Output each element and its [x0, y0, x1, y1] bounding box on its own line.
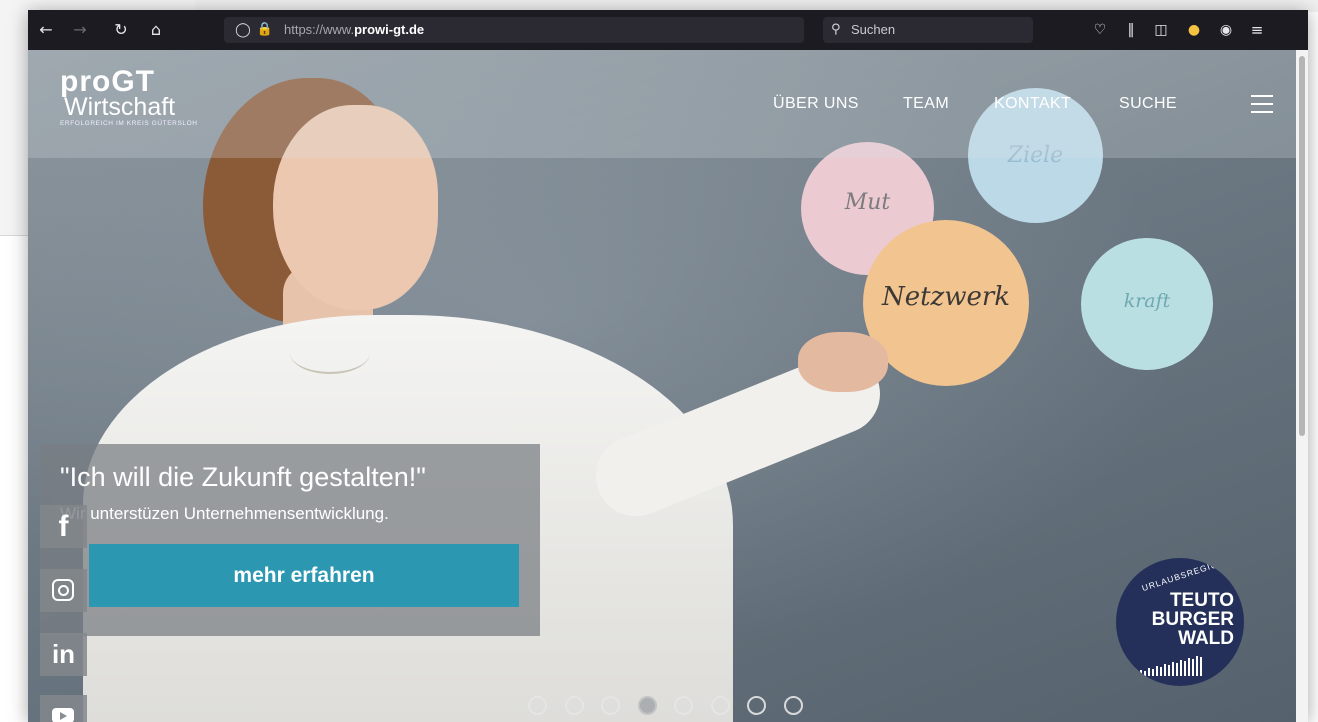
- youtube-icon[interactable]: [40, 695, 87, 722]
- badge-line3: WALD: [1178, 628, 1234, 649]
- slider-dot[interactable]: [747, 696, 766, 715]
- badge-line2: BURGER: [1151, 609, 1234, 630]
- library-icon[interactable]: ‖: [1119, 18, 1143, 42]
- site-logo[interactable]: proGT Wirtschaft ERFOLGREICH IM KREIS GÜ…: [60, 65, 198, 128]
- scrollbar[interactable]: [1296, 50, 1308, 722]
- logo-line2: Wirtschaft: [64, 93, 176, 121]
- badge-region: URLAUBSREGION: [1140, 558, 1227, 594]
- page-content: Mut Ziele kraft Netzwerk proGT Wirtschaf…: [28, 50, 1296, 722]
- search-bar[interactable]: ⚲ Suchen: [823, 17, 1033, 43]
- lock-icon[interactable]: 🔒: [254, 18, 276, 42]
- logo-line1: proGT: [60, 65, 155, 98]
- badge-bar: [1192, 659, 1194, 676]
- badge-bar: [1144, 671, 1146, 676]
- linkedin-icon[interactable]: in: [40, 633, 87, 676]
- person-hand: [798, 332, 888, 392]
- hero-title: "Ich will die Zukunft gestalten!": [60, 462, 426, 492]
- badge-bar: [1156, 666, 1158, 676]
- badge-bar: [1188, 658, 1190, 676]
- badge-bar: [1196, 656, 1198, 676]
- hero-subtitle: Wir unterstüzen Unternehmensentwicklung.: [60, 504, 389, 523]
- slider-dot[interactable]: [783, 696, 803, 715]
- back-icon[interactable]: ←: [34, 18, 58, 42]
- home-icon[interactable]: ⌂: [144, 18, 168, 42]
- facebook-icon[interactable]: f: [40, 505, 87, 548]
- badge-bar: [1160, 667, 1162, 676]
- badge-bar: [1140, 670, 1142, 676]
- hero-panel: "Ich will die Zukunft gestalten!" Wir un…: [40, 444, 540, 636]
- badge-bar: [1152, 669, 1154, 676]
- site-header: proGT Wirtschaft ERFOLGREICH IM KREIS GÜ…: [28, 50, 1296, 158]
- slider-dot[interactable]: [564, 696, 584, 715]
- sidebar-icon[interactable]: ◫: [1149, 18, 1173, 42]
- reload-icon[interactable]: ↻: [109, 18, 133, 42]
- scrollbar-thumb[interactable]: [1299, 56, 1305, 436]
- extension-icon[interactable]: ●: [1182, 18, 1206, 42]
- slider-dot[interactable]: [674, 696, 693, 715]
- slider-dot[interactable]: [710, 696, 730, 715]
- badge-bars: [1136, 654, 1226, 676]
- instagram-icon[interactable]: [40, 569, 87, 612]
- teutoburger-wald-badge[interactable]: URLAUBSREGION TEUTO BURGER WALD: [1116, 558, 1244, 686]
- url-bar[interactable]: ◯ 🔒 https://www.prowi-gt.de ☆: [224, 17, 990, 43]
- mehr-erfahren-button[interactable]: mehr erfahren: [89, 544, 519, 607]
- nav-ueber-uns[interactable]: ÜBER UNS: [773, 95, 859, 113]
- search-input[interactable]: Suchen: [851, 22, 895, 37]
- account-icon[interactable]: ◉: [1214, 18, 1238, 42]
- badge-bar: [1184, 661, 1186, 676]
- forward-icon[interactable]: →: [68, 18, 92, 42]
- badge-bar: [1180, 660, 1182, 676]
- nav-team[interactable]: TEAM: [903, 95, 949, 113]
- badge-line1: TEUTO: [1169, 590, 1234, 611]
- search-icon: ⚲: [831, 22, 841, 37]
- badge-bar: [1148, 668, 1150, 676]
- browser-window: ← → ↻ ⌂ ◯ 🔒 https://www.prowi-gt.de ☆ ⚲ …: [28, 10, 1308, 722]
- logo-tagline: ERFOLGREICH IM KREIS GÜTERSLOH: [60, 120, 198, 127]
- shield-icon[interactable]: ◯: [232, 18, 254, 42]
- url-text[interactable]: https://www.prowi-gt.de: [284, 22, 424, 37]
- slider-dot[interactable]: [528, 696, 547, 715]
- menu-icon[interactable]: ≡: [1245, 18, 1269, 42]
- note-circle-kraft: kraft: [1081, 238, 1213, 370]
- slider-dot[interactable]: [601, 696, 620, 715]
- hamburger-menu-icon[interactable]: [1251, 95, 1273, 113]
- person-necklace: [290, 332, 370, 374]
- badge-bar: [1168, 665, 1170, 676]
- badge-bar: [1200, 657, 1202, 676]
- nav-kontakt[interactable]: KONTAKT: [994, 95, 1071, 113]
- badge-bar: [1136, 672, 1138, 676]
- slider-dot[interactable]: [637, 696, 657, 715]
- badge-bar: [1176, 663, 1178, 676]
- badge-bar: [1172, 662, 1174, 676]
- pocket-icon[interactable]: ♡: [1088, 18, 1112, 42]
- browser-toolbar: ← → ↻ ⌂ ◯ 🔒 https://www.prowi-gt.de ☆ ⚲ …: [28, 10, 1308, 50]
- badge-bar: [1164, 664, 1166, 676]
- nav-suche[interactable]: SUCHE: [1119, 95, 1177, 113]
